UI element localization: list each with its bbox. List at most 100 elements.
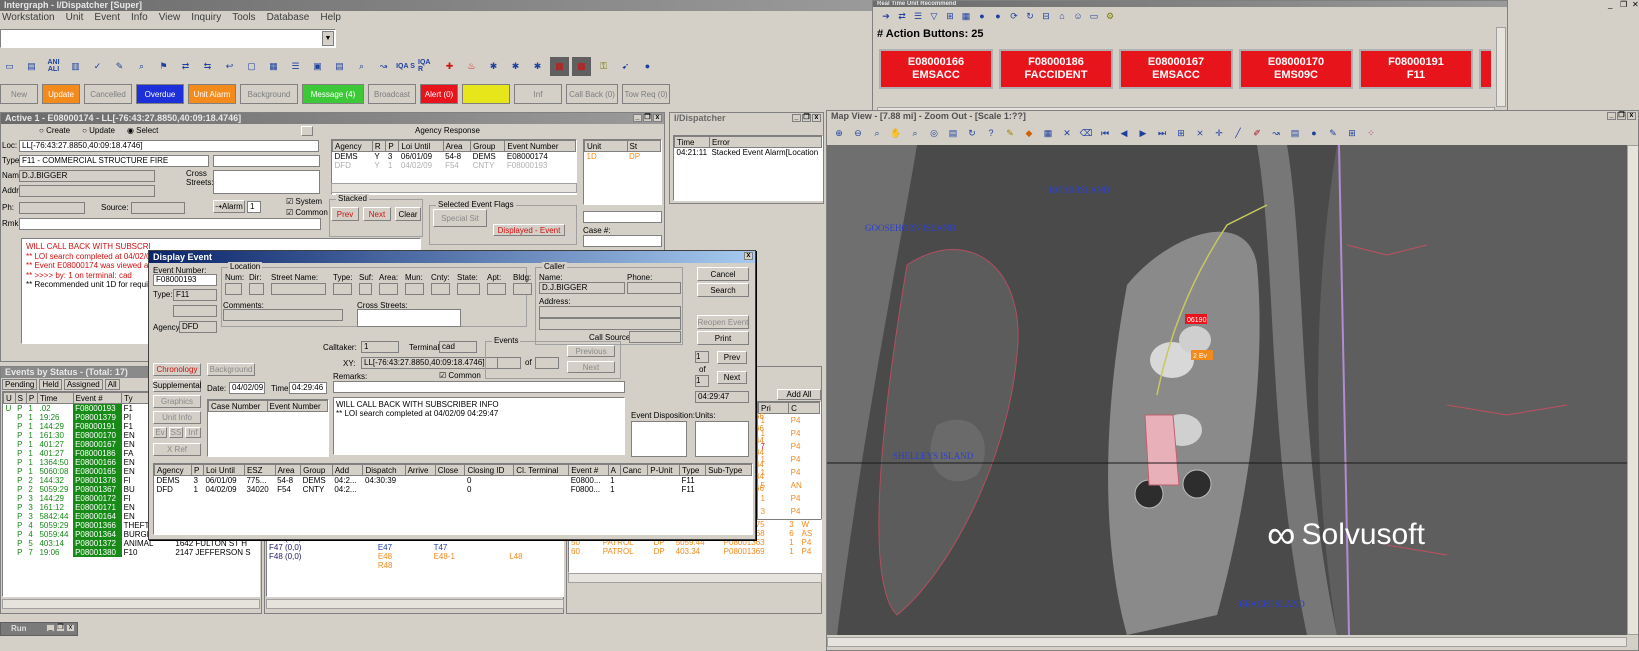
list-filter-icon[interactable]: ☰ bbox=[911, 9, 925, 23]
menu-help[interactable]: Help bbox=[320, 11, 341, 25]
add-all-button[interactable]: Add All bbox=[777, 389, 821, 400]
minimize-icon[interactable]: _ bbox=[792, 114, 801, 122]
map-hscroll[interactable] bbox=[827, 637, 1627, 647]
table-row[interactable]: DEMS 3 06/01/09 775... 54-8 DEMS 04:2... 04:30:… bbox=[155, 476, 752, 485]
table-row[interactable]: 1 P4 bbox=[759, 492, 820, 505]
table-row[interactable]: F47 (0,0) E47 T47 bbox=[267, 543, 563, 552]
route-icon[interactable]: ↝ bbox=[374, 57, 393, 76]
table-row[interactable]: DFD 1 04/02/09 34020 F54 CNTY 04:2... 0 F0800...… bbox=[155, 485, 752, 494]
menu-unit[interactable]: Unit bbox=[66, 11, 84, 25]
dialog-agency-column-header[interactable]: Sub-Type bbox=[705, 464, 752, 476]
ems-star-icon[interactable]: ✱ bbox=[506, 57, 525, 76]
ems-star-alt-icon[interactable]: ✱ bbox=[528, 57, 547, 76]
inf-button[interactable]: Inf bbox=[185, 427, 201, 438]
idispatcher-table[interactable]: Time Error 04:21:11 Stacked Event Alarm[Lo… bbox=[673, 135, 823, 201]
dialog-agency-column-header[interactable]: P-Unit bbox=[647, 464, 681, 476]
center-icon[interactable]: ◎ bbox=[926, 125, 942, 141]
chart-icon[interactable]: ▥ bbox=[66, 57, 85, 76]
table-row[interactable]: R48 bbox=[267, 561, 563, 570]
events-total-field[interactable] bbox=[535, 357, 559, 369]
prev-button[interactable]: Prev bbox=[331, 207, 359, 221]
caller-name-field[interactable]: D.J.BIGGER bbox=[539, 282, 625, 294]
sync-icon[interactable]: ⟳ bbox=[1007, 9, 1021, 23]
close-icon[interactable]: x bbox=[812, 114, 821, 122]
status-button-6[interactable]: Message (4) bbox=[302, 84, 364, 104]
filter-icon[interactable]: ▽ bbox=[927, 9, 941, 23]
cancel-button[interactable]: Cancel bbox=[697, 267, 749, 281]
pan-icon[interactable]: ✋ bbox=[888, 125, 904, 141]
abc-edit-icon[interactable]: ✎ bbox=[110, 57, 129, 76]
select-radio[interactable]: ◉ Select bbox=[127, 126, 158, 135]
table-row[interactable]: P 7 19:06 P08001380 F10 2147 JEFFERSON S bbox=[4, 548, 260, 557]
xref-button[interactable]: X Ref bbox=[153, 443, 201, 456]
units-scrollbar[interactable] bbox=[266, 599, 564, 609]
source-field[interactable] bbox=[131, 202, 185, 214]
location-field[interactable] bbox=[513, 283, 532, 295]
status-button-7[interactable]: Broadcast bbox=[368, 84, 416, 104]
table-icon[interactable]: ▦ bbox=[959, 9, 973, 23]
address-extra-field[interactable] bbox=[539, 318, 681, 330]
fire-icon[interactable]: ♨ bbox=[462, 57, 481, 76]
delete-icon[interactable]: ⌫ bbox=[1078, 125, 1094, 141]
star-of-life-icon[interactable]: ✱ bbox=[484, 57, 503, 76]
pager-next-button[interactable]: Next bbox=[717, 371, 747, 384]
map-marker-label[interactable]: 06190 bbox=[1187, 317, 1207, 324]
events-scrollbar[interactable] bbox=[2, 599, 260, 609]
dialog-cross-field[interactable] bbox=[357, 309, 461, 327]
status-button-0[interactable]: New bbox=[0, 84, 38, 104]
pointer-icon[interactable]: ➹ bbox=[616, 57, 635, 76]
swap-icon[interactable]: ⇄ bbox=[895, 9, 909, 23]
ss-button[interactable]: SS bbox=[169, 427, 183, 438]
minimize-icon[interactable]: _ bbox=[46, 624, 55, 632]
loc-field[interactable]: LL[-76:43:27.8850,40:09:18.4746] bbox=[19, 140, 319, 152]
recommend-unit-button[interactable]: E08000167 EMSACC bbox=[1119, 49, 1233, 89]
minimize-icon[interactable]: _ bbox=[1607, 112, 1616, 120]
route-icon[interactable]: ↝ bbox=[1268, 125, 1284, 141]
background-button[interactable]: Background bbox=[207, 363, 255, 376]
zoom-window-icon[interactable]: ⌕ bbox=[869, 125, 885, 141]
zoom-icon[interactable]: ⌕ bbox=[907, 125, 923, 141]
status-button-12[interactable]: Tow Req (0) bbox=[622, 84, 670, 104]
print-button[interactable]: Print bbox=[697, 331, 749, 345]
previous-event-button[interactable]: Previous bbox=[567, 345, 615, 357]
grid-points-icon[interactable]: ⁘ bbox=[1363, 125, 1379, 141]
ev-button[interactable]: Ev bbox=[153, 427, 167, 438]
map-vscroll[interactable] bbox=[1627, 145, 1638, 635]
dialog-agency-column-header[interactable]: Arrive bbox=[404, 464, 436, 476]
arrow-right-icon[interactable]: ➔ bbox=[879, 9, 893, 23]
iqa-s-icon[interactable]: IQA S bbox=[396, 57, 415, 76]
table-row[interactable]: 3 P4 bbox=[759, 505, 820, 518]
clipboard-icon[interactable]: ▢ bbox=[242, 57, 261, 76]
address-field[interactable] bbox=[539, 306, 681, 318]
case-table[interactable]: Case Number Event Number bbox=[207, 399, 329, 457]
patrol-scrollbar[interactable] bbox=[568, 573, 822, 583]
event-number-field[interactable]: F08000193 bbox=[153, 274, 217, 286]
dialog-agency-column-header[interactable]: Event # bbox=[568, 464, 609, 476]
clear-select-icon[interactable]: ✕ bbox=[1059, 125, 1075, 141]
table-row[interactable]: 60 PATROL DP 403.34 P08001369 1 P4 bbox=[569, 547, 821, 556]
next-button[interactable]: Next bbox=[363, 207, 391, 221]
dialog-agency-column-header[interactable]: P bbox=[190, 464, 204, 476]
menu-database[interactable]: Database bbox=[267, 11, 310, 25]
search-button[interactable]: Search bbox=[697, 283, 749, 297]
status-button-9[interactable] bbox=[462, 84, 510, 104]
system-checkbox[interactable]: ☑ System bbox=[286, 197, 322, 206]
vehicle-move-icon[interactable]: ⇄ bbox=[176, 57, 195, 76]
next-event-button[interactable]: Next bbox=[567, 361, 615, 373]
tree-icon[interactable]: ⊞ bbox=[943, 9, 957, 23]
line-icon[interactable]: ╱ bbox=[1230, 125, 1246, 141]
list-icon[interactable]: ☰ bbox=[286, 57, 305, 76]
phone-field[interactable] bbox=[627, 282, 681, 294]
agency-scrollbar[interactable] bbox=[331, 183, 577, 193]
dialog-agency-column-header[interactable]: ESZ bbox=[243, 464, 276, 476]
dialog-agency-column-header[interactable]: Close bbox=[434, 464, 466, 476]
menu-tools[interactable]: Tools bbox=[232, 11, 255, 25]
ph-field[interactable] bbox=[19, 202, 85, 214]
table-row[interactable]: 5 AN bbox=[759, 479, 820, 492]
map-marker-label[interactable]: 2 Ev bbox=[1193, 353, 1208, 360]
dialog-agency-table[interactable]: Agency P Loi Until ESZ Area Group Add Dispatch A… bbox=[153, 463, 753, 535]
image-icon[interactable]: ▣ bbox=[308, 57, 327, 76]
table-row[interactable]: 7 P4 bbox=[759, 440, 820, 453]
person-icon[interactable]: ☺ bbox=[1071, 9, 1085, 23]
units-field[interactable] bbox=[695, 421, 749, 457]
